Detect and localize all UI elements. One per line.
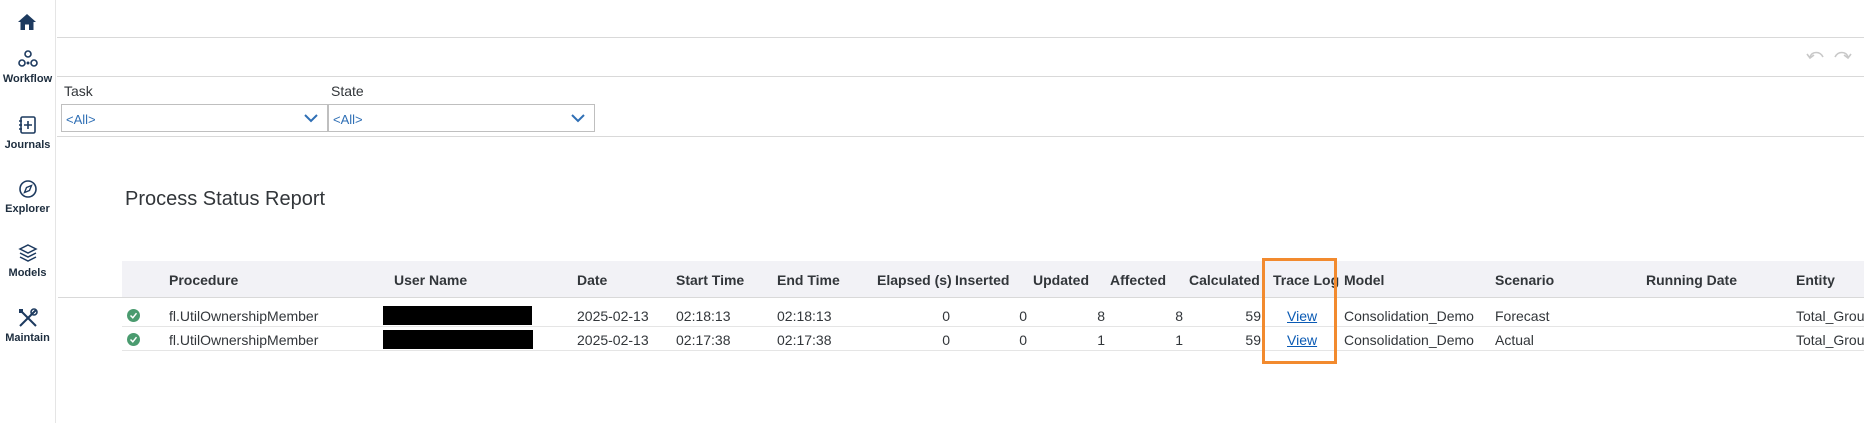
cell-calculated: 59 — [1245, 308, 1261, 324]
cell-procedure: fl.UtilOwnershipMember — [169, 332, 319, 348]
cell-affected: 1 — [1175, 332, 1183, 348]
chevron-down-icon — [570, 111, 586, 129]
filter-bar-bottom-border — [57, 136, 1864, 137]
report-title: Process Status Report — [125, 188, 326, 210]
compass-icon — [15, 176, 41, 202]
toolbar-divider — [57, 37, 1864, 38]
redacted-user-name — [383, 306, 532, 325]
column-header-start-time[interactable]: Start Time — [676, 272, 744, 288]
column-header-running-date[interactable]: Running Date — [1646, 272, 1737, 288]
nav-workflow[interactable]: Workflow — [0, 46, 55, 85]
column-header-calculated[interactable]: Calculated — [1189, 272, 1260, 288]
column-header-entity[interactable]: Entity — [1796, 272, 1835, 288]
column-header-date[interactable]: Date — [577, 272, 607, 288]
cell-entity: Total_Grou — [1796, 308, 1864, 324]
state-filter-select[interactable]: <All> — [328, 104, 595, 132]
cell-affected: 8 — [1175, 308, 1183, 324]
nav-explorer[interactable]: Explorer — [0, 176, 55, 215]
task-filter-value: <All> — [66, 112, 96, 127]
column-header-end-time[interactable]: End Time — [777, 272, 840, 288]
home-icon — [18, 14, 36, 30]
redacted-user-name — [383, 330, 533, 349]
workflow-icon — [15, 46, 41, 72]
column-header-affected[interactable]: Affected — [1110, 272, 1166, 288]
cell-end-time: 02:17:38 — [777, 332, 832, 348]
trace-log-highlight-box — [1262, 258, 1337, 364]
nav-models-label: Models — [8, 267, 47, 279]
cell-updated: 8 — [1097, 308, 1105, 324]
column-header-scenario[interactable]: Scenario — [1495, 272, 1554, 288]
cell-calculated: 59 — [1245, 332, 1261, 348]
nav-journals[interactable]: Journals — [0, 112, 55, 151]
journal-icon — [15, 112, 41, 138]
success-status-icon — [127, 309, 140, 322]
column-header-inserted[interactable]: Inserted — [955, 272, 1009, 288]
state-filter-value: <All> — [333, 112, 363, 127]
task-filter-select[interactable]: <All> — [61, 104, 328, 132]
column-header-updated[interactable]: Updated — [1033, 272, 1089, 288]
cell-start-time: 02:17:38 — [676, 332, 731, 348]
cell-date: 2025-02-13 — [577, 308, 649, 324]
nav-maintain[interactable]: Maintain — [0, 305, 55, 344]
column-header-user-name[interactable]: User Name — [394, 272, 467, 288]
cell-start-time: 02:18:13 — [676, 308, 731, 324]
layers-icon — [15, 240, 41, 266]
redo-icon[interactable] — [1832, 48, 1852, 67]
chevron-down-icon — [303, 111, 319, 129]
success-status-icon — [127, 333, 140, 346]
cell-updated: 1 — [1097, 332, 1105, 348]
home-button[interactable] — [13, 8, 41, 36]
nav-journals-label: Journals — [4, 139, 51, 151]
cell-model: Consolidation_Demo — [1344, 332, 1474, 348]
cell-model: Consolidation_Demo — [1344, 308, 1474, 324]
task-filter-label: Task — [64, 83, 93, 99]
cell-inserted: 0 — [1019, 332, 1027, 348]
navigation-rail: Workflow Journals Explorer Models Mainta… — [0, 0, 56, 423]
nav-models[interactable]: Models — [0, 240, 55, 279]
cell-scenario: Forecast — [1495, 308, 1550, 324]
state-filter-label: State — [331, 83, 364, 99]
nav-explorer-label: Explorer — [5, 203, 50, 215]
cell-inserted: 0 — [1019, 308, 1027, 324]
undo-icon[interactable] — [1806, 48, 1826, 67]
cell-elapsed: 0 — [942, 332, 950, 348]
column-header-elapsed[interactable]: Elapsed (s) — [877, 272, 952, 288]
cell-entity: Total_Grou — [1796, 332, 1864, 348]
cell-date: 2025-02-13 — [577, 332, 649, 348]
table-left-divider — [58, 297, 122, 298]
cell-elapsed: 0 — [942, 308, 950, 324]
nav-maintain-label: Maintain — [5, 332, 50, 344]
cell-scenario: Actual — [1495, 332, 1534, 348]
cell-procedure: fl.UtilOwnershipMember — [169, 308, 319, 324]
column-header-model[interactable]: Model — [1344, 272, 1384, 288]
filter-bar-top-border — [57, 76, 1864, 77]
nav-workflow-label: Workflow — [2, 73, 53, 85]
cell-end-time: 02:18:13 — [777, 308, 832, 324]
undo-redo-group — [1806, 48, 1852, 67]
column-header-procedure[interactable]: Procedure — [169, 272, 238, 288]
tools-icon — [15, 305, 41, 331]
